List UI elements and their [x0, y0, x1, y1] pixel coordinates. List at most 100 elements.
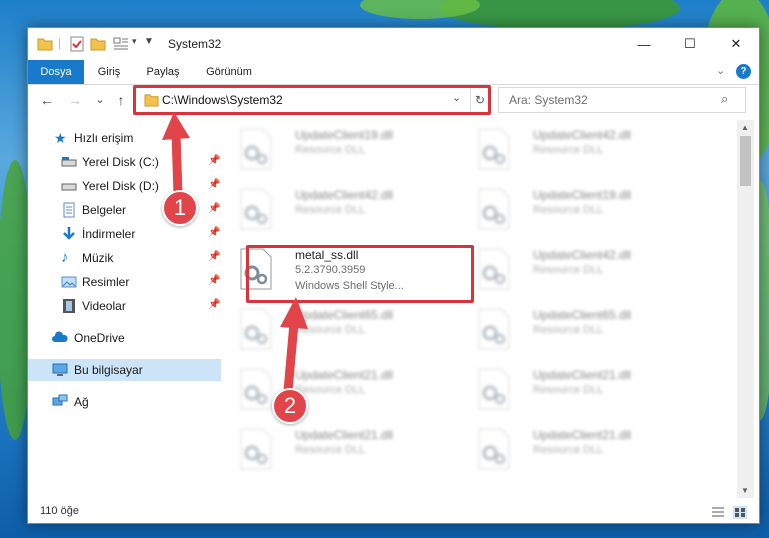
sidebar-item-pictures[interactable]: Resimler 📌: [28, 271, 221, 293]
dll-file-icon: [478, 188, 510, 230]
download-icon: [63, 227, 75, 240]
cloud-icon: [52, 331, 68, 342]
large-icons-view-icon[interactable]: [733, 506, 747, 519]
file-name: UpdateClient42.dll: [533, 248, 632, 262]
dll-file-icon: [240, 188, 272, 230]
details-view-icon[interactable]: [711, 506, 725, 519]
dll-file-icon: [478, 128, 510, 170]
dll-file-icon: [240, 128, 272, 170]
file-item[interactable]: UpdateClient19.dll Resource DLL: [461, 180, 686, 236]
music-icon: ♪: [61, 249, 69, 266]
sidebar-item-label: Yerel Disk (D:): [82, 179, 159, 193]
arrow-1-icon: [162, 112, 190, 198]
scroll-up-icon[interactable]: ▲: [741, 123, 749, 132]
search-input[interactable]: Ara: System32: [509, 93, 588, 107]
tab-view[interactable]: Görünüm: [196, 60, 262, 84]
file-item[interactable]: UpdateClient42.dll Resource DLL: [461, 120, 686, 176]
sidebar-item-music[interactable]: ♪ Müzik 📌: [28, 247, 221, 269]
sidebar-item-label: Belgeler: [82, 203, 127, 217]
vertical-scrollbar[interactable]: ▲ ▼: [737, 120, 754, 498]
sidebar-item-network[interactable]: Ağ: [28, 391, 221, 413]
file-item[interactable]: UpdateClient21.dll Resource DLL: [223, 420, 448, 476]
file-item[interactable]: UpdateClient65.dll Resource DLL: [223, 300, 448, 356]
file-description: Resource DLL: [533, 444, 604, 456]
network-icon: [52, 394, 68, 406]
chevron-down-icon[interactable]: ▾: [132, 36, 137, 47]
minimize-button[interactable]: —: [621, 28, 667, 60]
file-description: Resource DLL: [533, 324, 604, 336]
sidebar-item-label: OneDrive: [74, 331, 125, 345]
sidebar-item-label: Videolar: [82, 299, 126, 313]
new-folder-icon[interactable]: [90, 36, 106, 52]
help-icon[interactable]: ?: [736, 64, 751, 79]
file-item[interactable]: UpdateClient21.dll Resource DLL: [461, 420, 686, 476]
sidebar-item-videos[interactable]: Videolar 📌: [28, 295, 221, 317]
back-button[interactable]: ←: [38, 91, 56, 109]
file-name: UpdateClient19.dll: [295, 128, 394, 142]
sidebar-item-this-pc[interactable]: Bu bilgisayar: [28, 359, 221, 381]
dll-file-icon: [478, 248, 510, 290]
dll-file-icon: [240, 428, 272, 470]
file-item[interactable]: UpdateClient42.dll Resource DLL: [223, 180, 448, 236]
forward-button[interactable]: →: [66, 91, 84, 109]
pin-icon: 📌: [208, 299, 221, 310]
documents-icon: [63, 202, 75, 218]
sidebar-item-label: Ağ: [74, 395, 89, 409]
scrollbar-thumb[interactable]: [740, 136, 751, 186]
tab-share[interactable]: Paylaş: [136, 60, 190, 84]
close-button[interactable]: ✕: [713, 28, 759, 60]
file-description: Resource DLL: [533, 144, 604, 156]
arrow-2-icon: [280, 297, 308, 395]
file-description: Resource DLL: [533, 264, 604, 276]
file-item[interactable]: UpdateClient21.dll Resource DLL: [461, 360, 686, 416]
file-name: UpdateClient21.dll: [533, 368, 632, 382]
quick-access-dropdown-icon[interactable]: ▼: [144, 36, 154, 47]
tab-file[interactable]: Dosya: [28, 60, 84, 84]
pin-icon: 📌: [208, 275, 221, 286]
file-description: Resource DLL: [295, 144, 366, 156]
drive-icon: [61, 157, 77, 167]
folder-icon[interactable]: [37, 36, 53, 52]
properties-icon[interactable]: [69, 36, 85, 52]
search-icon[interactable]: ⌕: [721, 91, 728, 107]
sidebar-item-downloads[interactable]: İndirmeler 📌: [28, 223, 221, 245]
window-title: System32: [168, 37, 222, 51]
maximize-button[interactable]: ☐: [667, 28, 713, 60]
file-description: Resource DLL: [533, 204, 604, 216]
up-button[interactable]: ↑: [112, 91, 130, 109]
file-name: UpdateClient19.dll: [533, 188, 632, 202]
expand-ribbon-icon[interactable]: ⌄: [716, 64, 725, 77]
tab-home[interactable]: Giriş: [86, 60, 132, 84]
dll-file-icon: [478, 368, 510, 410]
file-item[interactable]: UpdateClient21.dll Resource DLL: [223, 360, 448, 416]
customize-toolbar-icon[interactable]: [113, 36, 129, 52]
file-description: Resource DLL: [533, 384, 604, 396]
drive-icon: [61, 183, 77, 191]
pin-icon: 📌: [208, 251, 221, 262]
sidebar-item-label: Bu bilgisayar: [74, 363, 143, 377]
dll-file-icon: [478, 308, 510, 350]
sidebar-item-label: Hızlı erişim: [74, 131, 134, 145]
recent-locations-button[interactable]: ⌄: [91, 91, 109, 109]
file-item[interactable]: UpdateClient19.dll Resource DLL: [223, 120, 448, 176]
file-name: UpdateClient21.dll: [533, 428, 632, 442]
scroll-down-icon[interactable]: ▼: [741, 486, 749, 495]
separator: |: [58, 36, 62, 50]
pin-icon: 📌: [208, 203, 221, 214]
pin-icon: 📌: [208, 227, 221, 238]
star-icon: ★: [54, 130, 67, 146]
file-description: Resource DLL: [295, 204, 366, 216]
dll-file-icon: [478, 428, 510, 470]
file-name: UpdateClient65.dll: [533, 308, 632, 322]
search-box[interactable]: Ara: System32 ⌕: [498, 87, 746, 113]
video-icon: [63, 299, 75, 313]
file-name: UpdateClient42.dll: [533, 128, 632, 142]
sidebar-item-onedrive[interactable]: OneDrive: [28, 327, 221, 349]
file-item[interactable]: UpdateClient65.dll Resource DLL: [461, 300, 686, 356]
sidebar-item-label: Müzik: [82, 251, 114, 265]
sidebar-item-label: İndirmeler: [82, 227, 136, 241]
status-bar: 110 öğe: [28, 502, 759, 523]
file-name: UpdateClient42.dll: [295, 188, 394, 202]
file-item[interactable]: UpdateClient42.dll Resource DLL: [461, 240, 686, 296]
explorer-window: | ▾ ▼ System32 — ☐ ✕ Dosya Giriş Paylaş …: [27, 27, 760, 524]
